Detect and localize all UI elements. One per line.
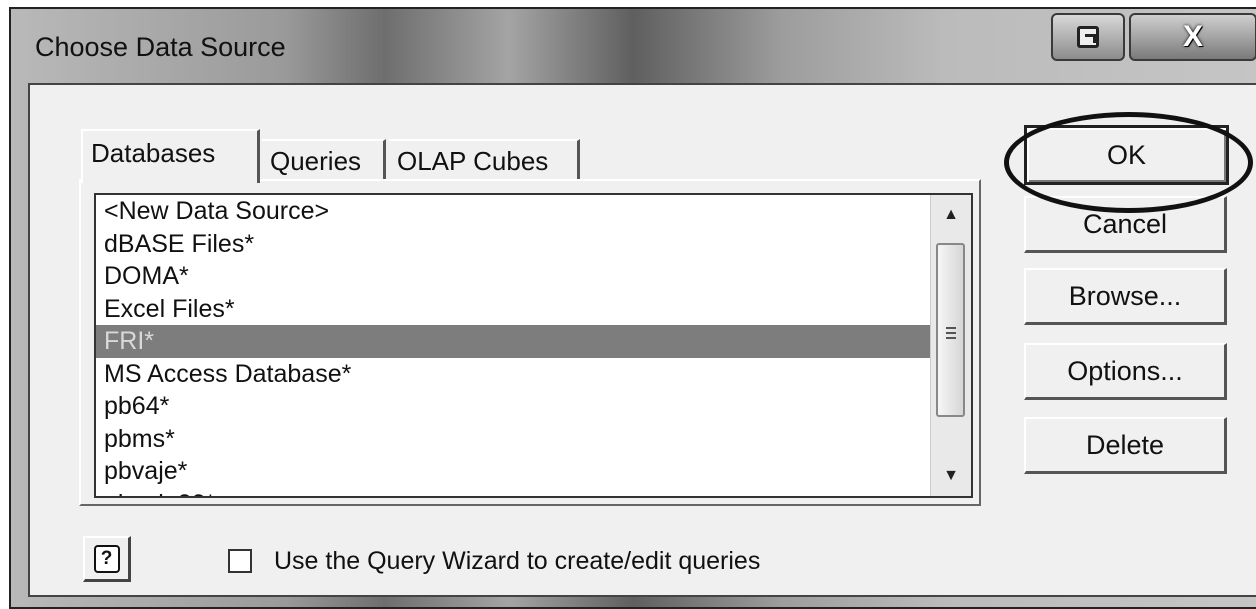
- close-button[interactable]: X: [1129, 13, 1256, 61]
- dialog-body: Databases Queries OLAP Cubes <New Data S…: [28, 83, 1256, 597]
- list-item[interactable]: MS Access Database*: [96, 358, 971, 391]
- ok-button[interactable]: OK: [1024, 125, 1229, 185]
- choose-data-source-window: Choose Data Source X Databases Queries O…: [9, 7, 1256, 609]
- options-button[interactable]: Options...: [1024, 343, 1227, 400]
- query-wizard-label[interactable]: Use the Query Wizard to create/edit quer…: [274, 547, 760, 576]
- list-item[interactable]: DOMA*: [96, 260, 971, 293]
- browse-button[interactable]: Browse...: [1024, 268, 1227, 325]
- list-item[interactable]: pbvaje32*: [96, 488, 971, 497]
- grip-icon: [946, 327, 956, 339]
- list-item[interactable]: pbms*: [96, 423, 971, 456]
- scroll-thumb[interactable]: [936, 243, 965, 417]
- restore-icon: [1077, 26, 1099, 48]
- delete-button[interactable]: Delete: [1024, 417, 1227, 474]
- list-item[interactable]: dBASE Files*: [96, 228, 971, 261]
- list-item-selected[interactable]: FRI*: [96, 325, 940, 358]
- tab-olap-cubes[interactable]: OLAP Cubes: [389, 139, 580, 179]
- restore-button[interactable]: [1051, 13, 1125, 61]
- close-icon: X: [1182, 20, 1203, 53]
- help-button[interactable]: ?: [83, 536, 131, 582]
- list-item[interactable]: Excel Files*: [96, 293, 971, 326]
- list-item[interactable]: <New Data Source>: [96, 195, 971, 228]
- list-item[interactable]: pb64*: [96, 390, 971, 423]
- scroll-down-icon[interactable]: ▼: [931, 456, 971, 496]
- list-item[interactable]: pbvaje*: [96, 455, 971, 488]
- scroll-up-icon[interactable]: ▲: [931, 195, 971, 235]
- tab-queries[interactable]: Queries: [262, 139, 386, 179]
- list-scrollbar[interactable]: ▲ ▼: [930, 195, 971, 496]
- help-icon: ?: [93, 544, 120, 573]
- query-wizard-checkbox[interactable]: [228, 549, 252, 573]
- window-title: Choose Data Source: [35, 32, 286, 62]
- data-source-list[interactable]: <New Data Source> dBASE Files* DOMA* Exc…: [94, 193, 973, 498]
- cancel-button[interactable]: Cancel: [1024, 196, 1227, 253]
- tab-databases[interactable]: Databases: [81, 129, 260, 183]
